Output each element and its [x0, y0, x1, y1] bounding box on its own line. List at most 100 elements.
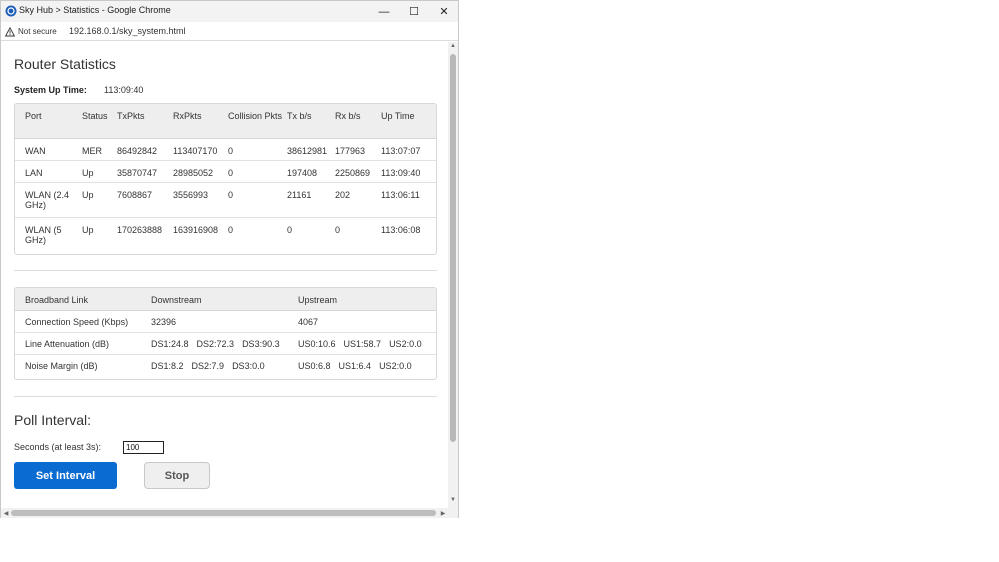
scrollbar-corner [448, 508, 458, 518]
upstream-value: US0:6.8 [298, 360, 331, 371]
security-label: Not secure [18, 27, 57, 36]
column-header: Port [25, 111, 42, 121]
maximize-button[interactable]: ☐ [399, 1, 429, 22]
table-cell: 0 [335, 224, 341, 235]
column-header: Downstream [151, 295, 202, 305]
table-cell: 113:06:11 [381, 189, 420, 200]
system-uptime-label: System Up Time: [14, 85, 87, 95]
downstream-cell: 32396 [151, 310, 298, 332]
close-button[interactable]: ✕ [429, 1, 459, 22]
poll-interval-title: Poll Interval: [14, 412, 92, 428]
table-cell: 163916908 [173, 224, 219, 235]
horizontal-scrollbar[interactable]: ◀ ▶ [1, 508, 448, 518]
page-viewport: Router Statistics System Up Time: 113:09… [1, 42, 448, 508]
page-title: Router Statistics [14, 56, 116, 72]
upstream-value: US2:0.0 [379, 360, 412, 371]
title-bar: Sky Hub > Statistics - Google Chrome — ☐… [1, 1, 458, 22]
downstream-value: 32396 [151, 316, 177, 327]
upstream-value: US1:58.7 [343, 338, 382, 349]
scroll-up-arrow-icon[interactable]: ▲ [448, 43, 458, 49]
row-label: Noise Margin (dB) [25, 360, 98, 371]
table-cell: 170263888 [117, 224, 163, 235]
upstream-value: US0:10.6 [298, 338, 336, 349]
column-header: TxPkts [117, 111, 145, 121]
downstream-value: DS2:7.9 [191, 360, 225, 371]
sky-hub-favicon-icon [5, 5, 17, 17]
downstream-value: DS1:24.8 [151, 338, 189, 349]
downstream-cell: DS1:8.2 DS2:7.9 DS3:0.0 [151, 354, 298, 376]
table-row: WAN MER 86492842 113407170 0 38612981 17… [15, 138, 436, 160]
table-cell: Up [82, 189, 94, 200]
upstream-value: US1:6.4 [338, 360, 372, 371]
table-cell: 0 [228, 189, 234, 200]
table-cell: 7608867 [117, 189, 153, 200]
table-cell: 0 [287, 224, 293, 235]
table-cell: MER [82, 145, 102, 156]
table-cell: WAN [25, 145, 46, 156]
table-cell: 177963 [335, 145, 366, 156]
set-interval-button[interactable]: Set Interval [14, 462, 117, 489]
row-label: Line Attenuation (dB) [25, 338, 110, 349]
table-cell: 28985052 [173, 167, 214, 178]
scroll-left-arrow-icon[interactable]: ◀ [1, 510, 11, 517]
section-divider [14, 396, 437, 397]
warning-icon [5, 26, 15, 36]
window-title: Sky Hub > Statistics - Google Chrome [19, 5, 171, 15]
table-header-row: Broadband Link Downstream Upstream [15, 288, 436, 310]
table-cell: 3556993 [173, 189, 209, 200]
table-cell: 113407170 [173, 145, 218, 156]
column-header: Upstream [298, 295, 338, 305]
table-row: WLAN (5 GHz) Up 170263888 163916908 0 0 … [15, 217, 436, 254]
table-cell: 0 [228, 145, 234, 156]
table-cell: LAN [25, 167, 43, 178]
broadband-link-table: Broadband Link Downstream Upstream Conne… [14, 287, 437, 380]
table-row: Connection Speed (Kbps) 32396 4067 [15, 310, 436, 332]
table-cell: 113:09:40 [381, 167, 421, 178]
port-statistics-table: Port Status TxPkts RxPkts Collision Pkts… [14, 103, 437, 255]
table-cell: 113:06:08 [381, 224, 421, 235]
security-indicator[interactable]: Not secure [5, 25, 57, 38]
upstream-cell: 4067 [298, 310, 436, 332]
table-cell: 202 [335, 189, 351, 200]
table-cell: 197408 [287, 167, 318, 178]
column-header: RxPkts [173, 111, 202, 121]
vertical-scroll-thumb[interactable] [450, 54, 456, 442]
downstream-value: DS3:90.3 [242, 338, 280, 349]
table-cell: WLAN (5 GHz) [25, 224, 62, 245]
scroll-right-arrow-icon[interactable]: ▶ [438, 510, 448, 517]
downstream-value: DS3:0.0 [232, 360, 265, 371]
system-uptime-value: 113:09:40 [104, 85, 144, 95]
table-cell: 38612981 [287, 145, 328, 156]
table-cell: Up [82, 167, 94, 178]
upstream-value: US2:0.0 [389, 338, 422, 349]
scroll-down-arrow-icon[interactable]: ▼ [448, 497, 458, 503]
table-cell: WLAN (2.4 GHz) [25, 189, 70, 210]
table-row: Line Attenuation (dB) DS1:24.8 DS2:72.3 DS… [15, 332, 436, 354]
table-cell: 21161 [287, 189, 312, 200]
table-cell: 113:07:07 [381, 145, 421, 156]
table-header-row: Port Status TxPkts RxPkts Collision Pkts… [15, 104, 436, 138]
column-header: Rx b/s [335, 111, 361, 121]
row-label: Connection Speed (Kbps) [25, 316, 129, 327]
downstream-value: DS1:8.2 [151, 360, 184, 371]
column-header: Tx b/s [287, 111, 312, 121]
seconds-input[interactable] [123, 441, 164, 454]
table-cell: 35870747 [117, 167, 158, 178]
column-header: Status [82, 111, 108, 121]
seconds-label: Seconds (at least 3s): [14, 442, 102, 452]
table-cell: 0 [228, 167, 234, 178]
horizontal-scroll-thumb[interactable] [11, 510, 436, 516]
column-header: Collision Pkts [228, 111, 283, 121]
minimize-button[interactable]: — [369, 1, 399, 22]
vertical-scrollbar[interactable]: ▲ ▼ [448, 42, 458, 508]
table-cell: 86492842 [117, 145, 158, 156]
column-header: Up Time [381, 111, 415, 121]
browser-window: Sky Hub > Statistics - Google Chrome — ☐… [0, 0, 459, 518]
table-cell: 0 [228, 224, 234, 235]
table-cell: Up [82, 224, 94, 235]
downstream-value: DS2:72.3 [196, 338, 235, 349]
url-text[interactable]: 192.168.0.1/sky_system.html [69, 26, 186, 36]
downstream-cell: DS1:24.8 DS2:72.3 DS3:90.3 [151, 332, 298, 354]
address-bar[interactable]: Not secure 192.168.0.1/sky_system.html [1, 22, 458, 41]
stop-button[interactable]: Stop [144, 462, 210, 489]
